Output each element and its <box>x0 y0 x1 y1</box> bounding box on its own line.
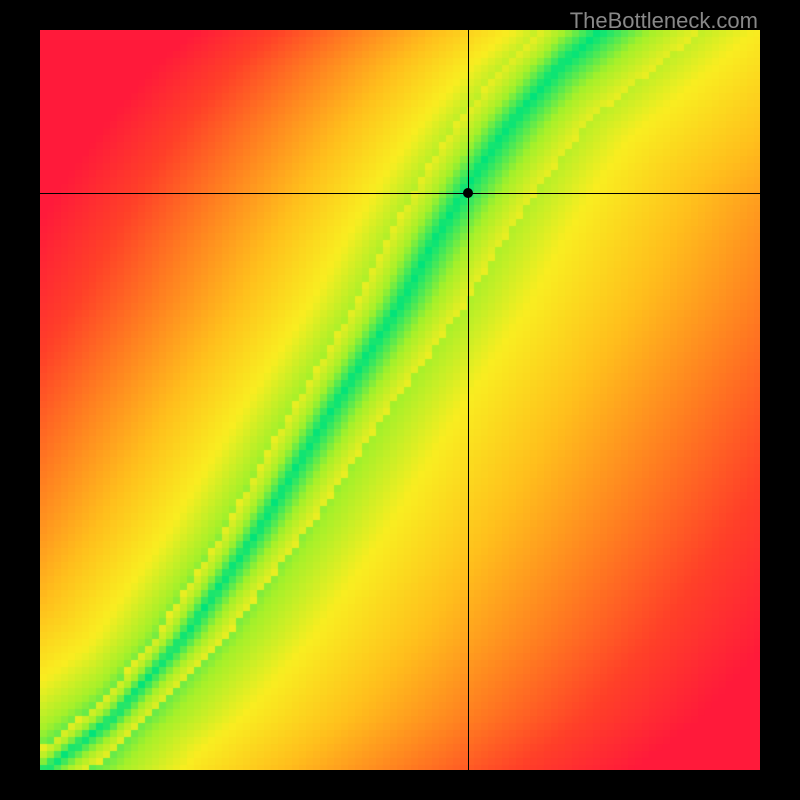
heatmap-canvas <box>40 30 760 770</box>
crosshair-vertical <box>468 30 469 770</box>
watermark-text: TheBottleneck.com <box>570 8 758 34</box>
crosshair-horizontal <box>40 193 760 194</box>
marker-point <box>463 188 473 198</box>
heatmap-chart <box>40 30 760 770</box>
